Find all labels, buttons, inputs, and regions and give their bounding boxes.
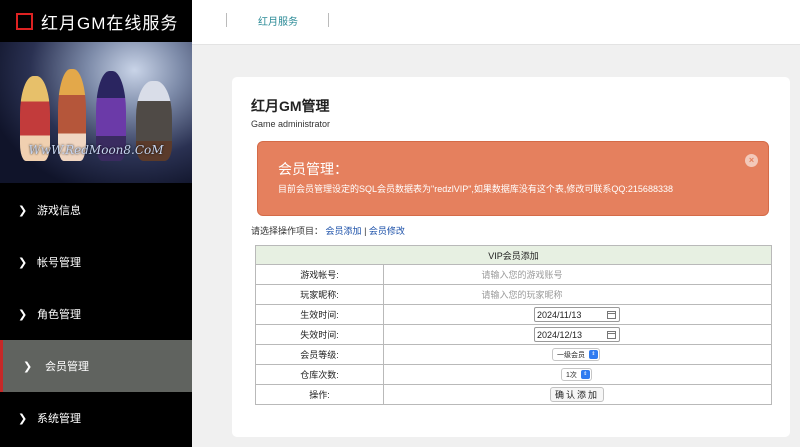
game-banner: WwW.RedMoon8.CoM — [0, 42, 192, 183]
start-date-value: 2024/11/13 — [537, 309, 582, 320]
calendar-icon[interactable] — [607, 330, 616, 339]
chevron-right-icon: ❯ — [18, 308, 28, 321]
brand: 红月GM在线服务 — [0, 0, 192, 42]
chevron-updown-icon: ⇕ — [589, 350, 598, 359]
level-value: 一级会员 — [557, 351, 585, 359]
sidebar-item-system[interactable]: ❯ 系统管理 — [0, 392, 192, 444]
chevron-updown-icon: ⇕ — [580, 370, 590, 379]
sidebar-item-label: 游戏信息 — [37, 205, 81, 217]
app-title: 红月GM在线服务 — [41, 13, 179, 33]
main-card: 红月GM管理 Game administrator 会员管理： 目前会员管理设定… — [232, 77, 790, 437]
alert-text: 目前会员管理设定的SQL会员数据表为"redzlVIP",如果数据库没有这个表,… — [278, 184, 673, 194]
chevron-right-icon: ❯ — [18, 256, 28, 269]
account-label: 游戏帐号: — [255, 264, 384, 285]
sidebar-item-label: 角色管理 — [37, 309, 81, 321]
link-divider: | — [364, 226, 367, 236]
top-bar: 红月服务 — [192, 0, 800, 45]
page-title: 红月GM管理 — [251, 98, 330, 114]
warehouse-label: 仓库次数: — [255, 364, 384, 385]
page-subtitle: Game administrator — [251, 119, 331, 129]
info-alert: 会员管理： 目前会员管理设定的SQL会员数据表为"redzlVIP",如果数据库… — [257, 141, 769, 216]
sidebar: 红月GM在线服务 WwW.RedMoon8.CoM ❯ 游戏信息 ❯ 帐号管理 … — [0, 0, 192, 447]
close-icon[interactable]: × — [745, 154, 758, 167]
sidebar-item-label: 会员管理 — [45, 361, 89, 373]
start-date-input[interactable]: 2024/11/13 — [534, 307, 620, 322]
divider — [226, 13, 227, 27]
start-date-label: 生效时间: — [255, 304, 384, 325]
banner-watermark: WwW.RedMoon8.CoM — [28, 143, 164, 157]
operation-selector: 请选择操作项目： 会员添加 | 会员修改 — [251, 224, 405, 237]
end-date-input[interactable]: 2024/12/13 — [534, 327, 620, 342]
level-select[interactable]: 一级会员 ⇕ — [552, 348, 600, 361]
level-label: 会员等级: — [255, 344, 384, 365]
action-label: 操作: — [255, 384, 384, 405]
logo-square-icon — [16, 12, 33, 30]
vip-add-form: VIP会员添加 游戏帐号: 玩家昵称: 生效时间: 2024/11/13 — [255, 245, 772, 405]
calendar-icon[interactable] — [607, 310, 616, 319]
operation-prompt: 请选择操作项目： — [251, 226, 324, 236]
member-edit-link[interactable]: 会员修改 — [369, 226, 405, 236]
form-header: VIP会员添加 — [255, 245, 772, 265]
alert-title: 会员管理： — [278, 161, 348, 177]
chevron-right-icon: ❯ — [18, 412, 28, 425]
chevron-right-icon: ❯ — [18, 204, 28, 217]
member-add-link[interactable]: 会员添加 — [326, 226, 362, 236]
nickname-label: 玩家昵称: — [255, 284, 384, 305]
sidebar-item-accounts[interactable]: ❯ 帐号管理 — [0, 236, 192, 288]
end-date-label: 失效时间: — [255, 324, 384, 345]
sidebar-item-members[interactable]: ❯ 会员管理 — [0, 340, 192, 392]
divider — [328, 13, 329, 27]
sidebar-item-label: 系统管理 — [37, 413, 81, 425]
warehouse-select[interactable]: 1次 ⇕ — [561, 368, 592, 381]
account-input[interactable] — [384, 267, 660, 282]
sidebar-item-characters[interactable]: ❯ 角色管理 — [0, 288, 192, 340]
sidebar-item-game-info[interactable]: ❯ 游戏信息 — [0, 184, 192, 236]
chevron-right-icon: ❯ — [23, 360, 33, 373]
sidebar-item-label: 帐号管理 — [37, 257, 81, 269]
warehouse-value: 1次 — [566, 371, 577, 379]
confirm-add-button[interactable]: 确认添加 — [550, 387, 604, 402]
nickname-input[interactable] — [384, 287, 660, 302]
top-nav-link[interactable]: 红月服务 — [258, 13, 298, 28]
end-date-value: 2024/12/13 — [537, 329, 583, 340]
